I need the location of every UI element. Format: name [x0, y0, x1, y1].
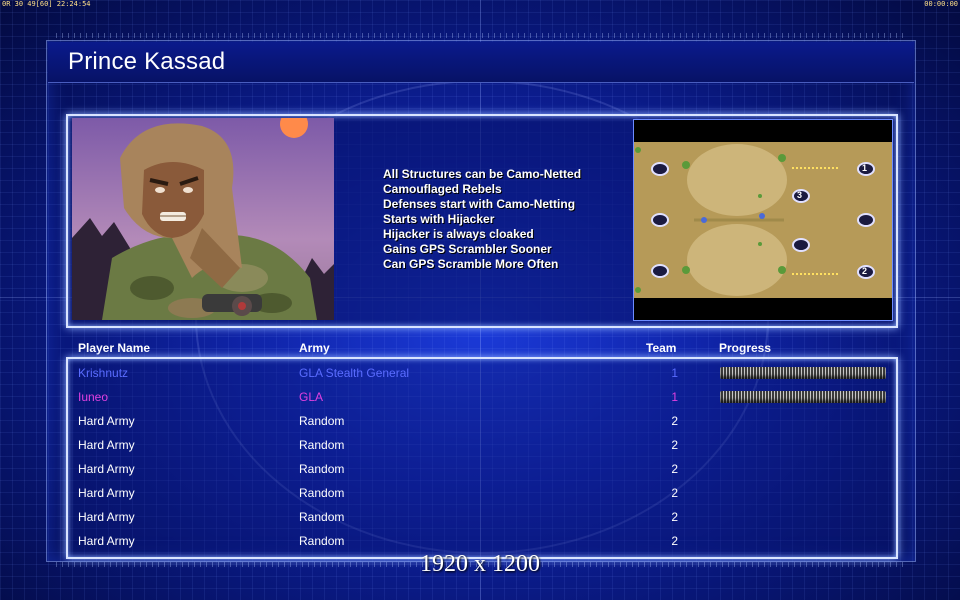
table-row: Hard Army Random 2 — [0, 433, 960, 457]
player-team: 1 — [671, 390, 678, 404]
player-team: 2 — [671, 510, 678, 524]
player-army: Random — [299, 486, 345, 500]
start-marker-3: 3 — [797, 190, 803, 200]
player-army: GLA — [299, 390, 324, 404]
general-portrait — [72, 118, 334, 320]
player-name: Hard Army — [78, 414, 135, 428]
loading-screen: 0R 30 49[60] 22:24:54 00:00:00 Prince Ka… — [0, 0, 960, 600]
player-name: Hard Army — [78, 462, 135, 476]
table-row: Iuneo GLA 1 — [0, 385, 960, 409]
fps-overlay: 0R 30 49[60] 22:24:54 — [2, 0, 91, 8]
start-marker-1: 1 — [862, 163, 868, 173]
player-army: Random — [299, 462, 345, 476]
player-army: Random — [299, 438, 345, 452]
player-team: 1 — [671, 366, 678, 380]
trait-item: Camouflaged Rebels — [383, 182, 502, 196]
trait-item: Starts with Hijacker — [383, 212, 495, 226]
table-row: Hard Army Random 2 — [0, 529, 960, 553]
trait-item: Defenses start with Camo-Netting — [383, 197, 576, 211]
player-team: 2 — [671, 462, 678, 476]
resolution-label: 1920 x 1200 — [420, 551, 540, 577]
ruler-top — [56, 33, 906, 38]
trait-item: All Structures can be Camo-Netted — [383, 167, 582, 181]
player-army: Random — [299, 534, 345, 548]
player-army: GLA Stealth General — [299, 366, 410, 380]
map-preview: 1 2 3 — [633, 119, 893, 321]
player-team: 2 — [671, 438, 678, 452]
general-traits-list: All Structures can be Camo-Netted Camouf… — [383, 167, 581, 272]
player-team: 2 — [671, 486, 678, 500]
player-name: Krishnutz — [78, 366, 129, 380]
table-row: Hard Army Random 2 — [0, 505, 960, 529]
timer-overlay: 00:00:00 — [924, 0, 958, 8]
start-marker-2: 2 — [862, 266, 868, 276]
trait-item: Can GPS Scramble More Often — [383, 257, 559, 271]
player-name: Hard Army — [78, 510, 135, 524]
trait-item: Hijacker is always cloaked — [383, 227, 534, 241]
trait-item: Gains GPS Scrambler Sooner — [383, 242, 552, 256]
player-name: Iuneo — [78, 390, 109, 404]
player-army: Random — [299, 414, 345, 428]
loading-progress-bar — [720, 367, 886, 379]
player-team: 2 — [671, 534, 678, 548]
column-header-player-name: Player Name — [78, 341, 151, 355]
table-row: Hard Army Random 2 — [0, 409, 960, 433]
player-team: 2 — [671, 414, 678, 428]
general-name: Prince Kassad — [68, 48, 226, 75]
column-header-progress: Progress — [719, 341, 772, 355]
loading-progress-bar — [720, 391, 886, 403]
player-name: Hard Army — [78, 438, 135, 452]
table-row: Krishnutz GLA Stealth General 1 — [0, 361, 960, 385]
column-header-army: Army — [299, 341, 330, 355]
player-army: Random — [299, 510, 345, 524]
player-name: Hard Army — [78, 534, 135, 548]
column-header-team: Team — [646, 341, 677, 355]
table-row: Hard Army Random 2 — [0, 457, 960, 481]
table-row: Hard Army Random 2 — [0, 481, 960, 505]
player-name: Hard Army — [78, 486, 135, 500]
